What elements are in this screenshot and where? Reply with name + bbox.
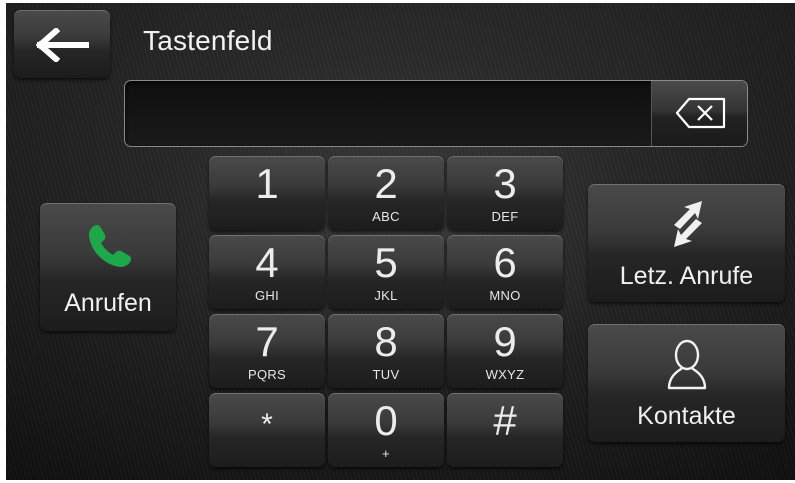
contact-person-icon: [667, 339, 707, 390]
dialer-screen: Tastenfeld 1 2 ABC 3 DEF 4 GHI 5 JKL 6 M…: [6, 3, 795, 480]
recent-calls-icon: [674, 201, 702, 247]
key-9[interactable]: 9 WXYZ: [447, 314, 563, 388]
page-title: Tastenfeld: [143, 25, 273, 56]
phone-icon: [89, 225, 131, 267]
key-digit: 4: [255, 239, 279, 286]
key-digit: 1: [255, 160, 279, 207]
key-0[interactable]: 0 +: [328, 393, 444, 467]
contacts-label: Kontakte: [637, 402, 736, 430]
key-1[interactable]: 1: [209, 156, 325, 230]
backspace-button[interactable]: [651, 81, 747, 146]
key-8[interactable]: 8 TUV: [328, 314, 444, 388]
key-letters: WXYZ: [485, 367, 525, 382]
key-7[interactable]: 7 PQRS: [209, 314, 325, 388]
key-hash[interactable]: #: [447, 393, 563, 467]
call-label: Anrufen: [64, 289, 152, 317]
key-letters: MNO: [489, 288, 521, 303]
key-digit: 0: [374, 397, 398, 444]
key-4[interactable]: 4 GHI: [209, 235, 325, 309]
key-letters: DEF: [491, 209, 519, 224]
key-digit: 9: [493, 318, 517, 365]
key-letters: GHI: [254, 288, 279, 303]
key-digit: 2: [374, 160, 398, 207]
key-digit: *: [261, 408, 273, 441]
key-digit: 6: [493, 239, 517, 286]
key-letters: +: [382, 446, 390, 461]
contacts-button[interactable]: Kontakte: [588, 324, 785, 442]
key-2[interactable]: 2 ABC: [328, 156, 444, 230]
key-letters: JKL: [374, 288, 398, 303]
key-5[interactable]: 5 JKL: [328, 235, 444, 309]
key-star[interactable]: *: [209, 393, 325, 467]
key-letters: ABC: [372, 209, 400, 224]
key-digit: 8: [374, 318, 398, 365]
recent-calls-label: Letz. Anrufe: [619, 262, 754, 290]
key-digit: #: [493, 397, 517, 444]
key-6[interactable]: 6 MNO: [447, 235, 563, 309]
call-button[interactable]: Anrufen: [40, 203, 176, 331]
key-digit: 5: [374, 239, 398, 286]
key-letters: PQRS: [247, 367, 287, 382]
arrow-left-icon: [36, 28, 89, 62]
back-button[interactable]: [14, 10, 110, 78]
key-digit: 3: [493, 160, 517, 207]
key-letters: TUV: [372, 367, 400, 382]
recent-calls-button[interactable]: Letz. Anrufe: [588, 184, 785, 302]
backspace-icon: [675, 97, 726, 129]
phone-number-field[interactable]: [124, 80, 748, 147]
key-3[interactable]: 3 DEF: [447, 156, 563, 230]
key-digit: 7: [255, 318, 279, 365]
